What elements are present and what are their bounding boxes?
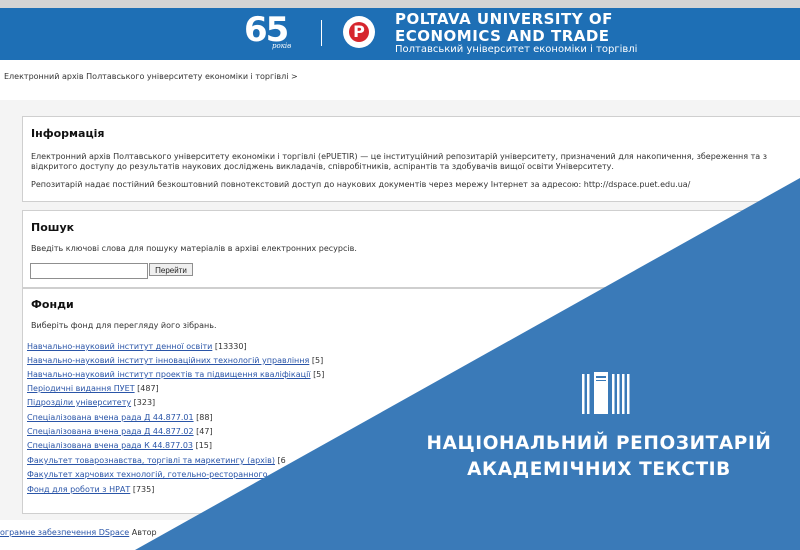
banner-title-line2: АКАДЕМІЧНИХ ТЕКСТІВ bbox=[467, 459, 731, 480]
banner-triangle bbox=[135, 178, 800, 550]
books-icon bbox=[582, 372, 630, 414]
banner-title-line1: НАЦІОНАЛЬНИЙ РЕПОЗИТАРІЙ bbox=[426, 433, 772, 454]
